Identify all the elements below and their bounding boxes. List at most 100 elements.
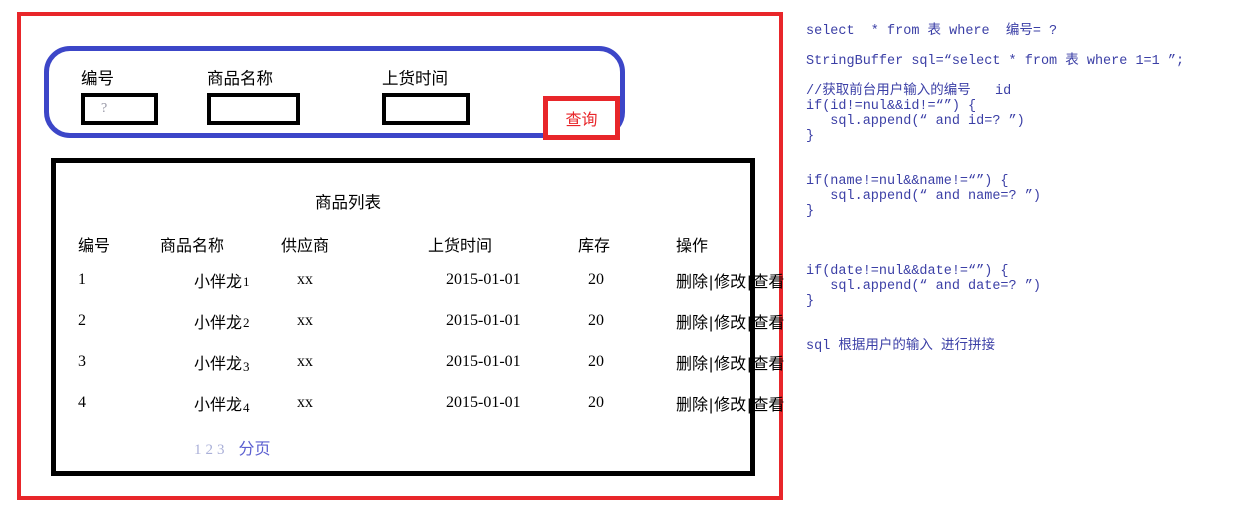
code-line-5: if(id!=nul&&id!=“”) { (806, 99, 977, 114)
edit-link[interactable]: 修改 (714, 397, 746, 414)
cell-name-base: 小伴龙 (194, 314, 243, 332)
code-line-17: sql.append(“ and date=? ”) (806, 279, 1041, 294)
column-header-name: 商品名称 (160, 238, 225, 255)
edit-link[interactable]: 修改 (714, 274, 746, 291)
cell-stock: 20 (588, 270, 604, 288)
table-row: 1 小伴龙1 xx 2015-01-01 20 删除|修改|查看 (56, 259, 826, 300)
pagination-page-3[interactable]: 3 (217, 442, 229, 458)
cell-name: 小伴龙1 (156, 259, 275, 300)
cell-actions: 删除|修改|查看 (658, 382, 826, 423)
column-header-stock: 库存 (578, 238, 611, 255)
field-label-date: 上货时间 (382, 70, 448, 88)
search-input-id[interactable]: ? (81, 93, 158, 125)
field-label-id: 编号 (81, 70, 114, 88)
column-header-id: 编号 (78, 238, 111, 255)
cell-name-index: 2 (243, 314, 250, 330)
cell-supplier: xx (297, 393, 313, 411)
table-row: 3 小伴龙3 xx 2015-01-01 20 删除|修改|查看 (56, 341, 826, 382)
delete-link[interactable]: 删除 (676, 274, 708, 291)
column-header-actions: 操作 (676, 238, 709, 255)
code-line-6: sql.append(“ and id=? ”) (806, 114, 1025, 129)
delete-link[interactable]: 删除 (676, 397, 708, 414)
search-panel: 编号 ? 商品名称 上货时间 查询 (44, 46, 625, 140)
view-link[interactable]: 查看 (752, 356, 784, 373)
view-link[interactable]: 查看 (752, 274, 784, 291)
code-line-16: if(date!=nul&&date!=“”) { (806, 264, 1009, 279)
cell-name: 小伴龙4 (156, 382, 275, 423)
cell-name: 小伴龙3 (156, 341, 275, 382)
cell-date: 2015-01-01 (446, 393, 521, 411)
field-label-name: 商品名称 (207, 70, 273, 88)
pagination-numbers: 123 (194, 441, 229, 458)
edit-link[interactable]: 修改 (714, 356, 746, 373)
table-header-row: 编号 商品名称 供应商 上货时间 库存 操作 (56, 229, 826, 259)
code-line-0: select * from 表 where 编号= ? (806, 24, 1058, 39)
cell-date: 2015-01-01 (446, 270, 521, 288)
product-table: 编号 商品名称 供应商 上货时间 库存 操作 1 小伴龙1 xx 2015-01-01… (56, 229, 826, 423)
code-line-11: sql.append(“ and name=? ”) (806, 189, 1041, 204)
cell-supplier: xx (297, 352, 313, 370)
cell-supplier: xx (297, 311, 313, 329)
pagination-page-1[interactable]: 1 (194, 442, 206, 458)
cell-actions: 删除|修改|查看 (658, 341, 826, 382)
cell-actions: 删除|修改|查看 (658, 300, 826, 341)
code-line-4: //获取前台用户输入的编号 id (806, 84, 1012, 99)
column-header-date: 上货时间 (428, 238, 493, 255)
table-row: 2 小伴龙2 xx 2015-01-01 20 删除|修改|查看 (56, 300, 826, 341)
column-header-supplier: 供应商 (281, 238, 330, 255)
table-row: 4 小伴龙4 xx 2015-01-01 20 删除|修改|查看 (56, 382, 826, 423)
cell-id: 1 (78, 270, 86, 288)
cell-name-index: 3 (243, 358, 250, 374)
edit-link[interactable]: 修改 (714, 315, 746, 332)
search-input-date[interactable] (382, 93, 470, 125)
search-input-id-value: ? (101, 101, 108, 116)
product-list-title: 商品列表 (315, 194, 381, 212)
code-line-7: } (806, 129, 815, 144)
search-input-name[interactable] (207, 93, 300, 125)
field-group-date: 上货时间 (382, 69, 470, 125)
code-line-18: } (806, 294, 815, 309)
product-table-body: 1 小伴龙1 xx 2015-01-01 20 删除|修改|查看 2 小伴龙2 xx 2015-0… (56, 259, 826, 423)
cell-stock: 20 (588, 311, 604, 329)
pagination-page-2[interactable]: 2 (206, 442, 218, 458)
cell-id: 3 (78, 352, 86, 370)
cell-actions: 删除|修改|查看 (658, 259, 826, 300)
view-link[interactable]: 查看 (752, 397, 784, 414)
cell-name: 小伴龙2 (156, 300, 275, 341)
cell-date: 2015-01-01 (446, 311, 521, 329)
delete-link[interactable]: 删除 (676, 356, 708, 373)
mockup-outer-frame: 编号 ? 商品名称 上货时间 查询 商品列表 编号 商品名称 供应商 上货时间 … (17, 12, 784, 500)
cell-date: 2015-01-01 (446, 352, 521, 370)
pagination-label[interactable]: 分页 (239, 441, 271, 458)
field-group-id: 编号 ? (81, 69, 158, 125)
field-group-name: 商品名称 (207, 69, 300, 125)
pagination: 1 2 3 分页 (56, 435, 750, 459)
delete-link[interactable]: 删除 (676, 315, 708, 332)
cell-stock: 20 (588, 352, 604, 370)
cell-name-base: 小伴龙 (194, 396, 243, 414)
code-line-21: sql 根据用户的输入 进行拼接 (806, 339, 996, 354)
code-line-2: StringBuffer sql=“select * from 表 where … (806, 54, 1185, 69)
query-button[interactable]: 查询 (543, 96, 620, 140)
cell-name-base: 小伴龙 (194, 273, 243, 291)
cell-stock: 20 (588, 393, 604, 411)
cell-name-index: 4 (243, 399, 250, 415)
view-link[interactable]: 查看 (752, 315, 784, 332)
cell-id: 2 (78, 311, 86, 329)
product-table-head: 编号 商品名称 供应商 上货时间 库存 操作 (56, 229, 826, 259)
cell-id: 4 (78, 393, 86, 411)
code-notes-panel: select * from 表 where 编号= ? StringBuffer… (806, 24, 1231, 354)
cell-name-base: 小伴龙 (194, 355, 243, 373)
code-line-10: if(name!=nul&&name!=“”) { (806, 174, 1009, 189)
cell-supplier: xx (297, 270, 313, 288)
code-line-12: } (806, 204, 815, 219)
